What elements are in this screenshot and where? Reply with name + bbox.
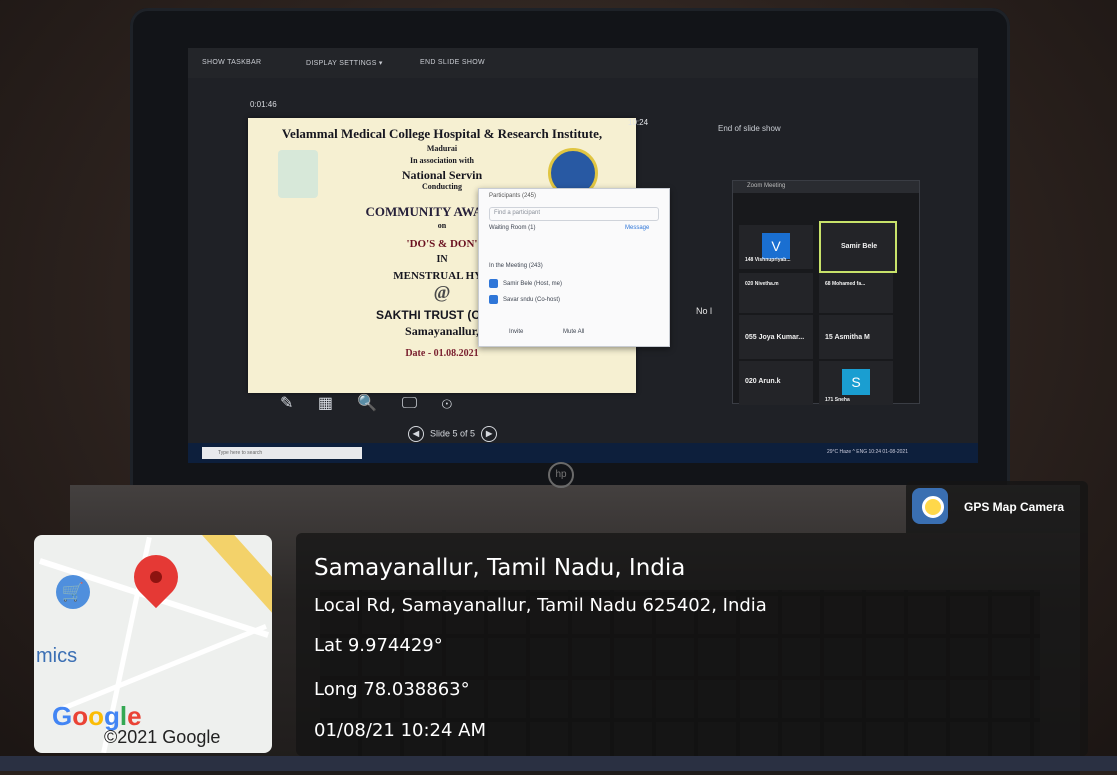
in-meeting-header[interactable]: In the Meeting (243)	[489, 263, 543, 269]
system-tray: 29°C Haze ^ ENG 10:24 01-08-2021	[826, 449, 908, 455]
end-of-show-label: End of slide show	[718, 124, 781, 133]
map-road	[61, 623, 267, 712]
participant-row[interactable]: Samir Bele (Host, me)	[489, 279, 562, 288]
map-copyright: ©2021 Google	[104, 727, 221, 747]
tile-name: 020 Arun.k	[745, 378, 781, 385]
tile-name: 15 Asmitha M	[825, 334, 870, 341]
tile-name: 020 Nivetha.m	[745, 281, 779, 287]
taskbar-search-input[interactable]: Type here to search	[202, 447, 362, 459]
tile-name: 055 Joya Kumar...	[745, 334, 805, 341]
video-tile-active[interactable]: Samir Bele	[819, 221, 897, 273]
participant-row[interactable]: Savar sndu (Co-host)	[489, 295, 560, 304]
gps-camera-icon	[912, 488, 948, 524]
video-tile[interactable]: 055 Joya Kumar...	[739, 315, 813, 359]
mute-all-button[interactable]: Mute All	[563, 329, 584, 335]
clock-readout: 10:24	[628, 118, 649, 127]
tile-name: 171 Sneha	[825, 397, 850, 403]
location-city: Samayanallur, Tamil Nadu, India	[314, 555, 686, 581]
map-place-label: mics	[36, 645, 78, 667]
slide-line: Velammal Medical College Hospital & Rese…	[281, 126, 603, 141]
photo-background: SHOW TASKBAR DISPLAY SETTINGS ▾ END SLID…	[0, 0, 1117, 775]
notes-label: No l	[696, 306, 713, 316]
waiting-room-label: Waiting Room (1)	[489, 225, 536, 231]
zoom-title: Zoom Meeting	[747, 183, 786, 189]
location-info-panel: Samayanallur, Tamil Nadu, India Local Rd…	[296, 533, 1088, 756]
participant-name: Samir Bele (Host, me)	[503, 281, 563, 288]
slide-line: Madurai	[426, 144, 458, 153]
display-settings-button[interactable]: DISPLAY SETTINGS ▾	[306, 59, 383, 67]
location-address: Local Rd, Samayanallur, Tamil Nadu 62540…	[314, 595, 767, 616]
video-tile[interactable]: 020 Nivetha.m	[739, 273, 813, 313]
windows-taskbar: Type here to search 29°C Haze ^ ENG 10:2…	[188, 443, 978, 463]
participant-name: Savar sndu (Co-host)	[503, 297, 561, 304]
slide-line: National Servin	[401, 168, 483, 182]
laptop-screen: SHOW TASKBAR DISPLAY SETTINGS ▾ END SLID…	[188, 48, 978, 463]
show-taskbar-button[interactable]: SHOW TASKBAR	[202, 59, 261, 66]
previous-slide-icon[interactable]: ◀	[408, 426, 424, 442]
avatar	[489, 295, 498, 304]
taskbar-search-placeholder: Type here to search	[218, 450, 263, 456]
end-slide-show-button[interactable]: END SLIDE SHOW	[420, 59, 485, 66]
participants-title: Participants (245)	[489, 193, 537, 199]
next-slide-icon[interactable]: ▶	[481, 426, 498, 442]
participants-panel: Participants (245) Find a participant Wa…	[478, 188, 670, 347]
tile-name: 148 Vishnupriyab...	[745, 257, 791, 263]
tile-name: Samir Bele	[841, 243, 878, 250]
cart-icon: 🛒	[56, 575, 90, 609]
tile-initial: V	[762, 233, 790, 259]
map-pin-dot	[150, 571, 162, 583]
zoom-titlebar: Zoom Meeting	[733, 181, 919, 193]
participant-search-input[interactable]: Find a participant	[489, 207, 659, 221]
slide-counter: Slide 5 of 5	[430, 428, 476, 439]
message-button[interactable]: Message	[625, 225, 649, 231]
latitude: Lat 9.974429°	[314, 635, 443, 656]
bottom-edge	[0, 756, 1117, 771]
invite-button[interactable]: Invite	[509, 329, 523, 335]
hp-logo-icon: hp	[548, 462, 574, 488]
search-placeholder: Find a participant	[494, 210, 541, 216]
zoom-gallery-window: Zoom Meeting V 148 Vishnupriyab... Samir…	[732, 180, 920, 405]
video-tile[interactable]: 15 Asmitha M	[819, 315, 893, 359]
video-tile[interactable]: S 171 Sneha	[819, 361, 893, 405]
video-tile[interactable]: 020 Arun.k	[739, 361, 813, 405]
gps-map-camera-badge: GPS Map Camera	[906, 481, 1088, 533]
slide-line: In association with	[409, 156, 474, 165]
presenter-toolbar: SHOW TASKBAR DISPLAY SETTINGS ▾ END SLID…	[188, 48, 978, 78]
slide-date: Date - 01.08.2021	[405, 348, 479, 359]
presentation-timer: 0:01:46	[250, 100, 277, 109]
badge-label: GPS Map Camera	[964, 500, 1065, 514]
slide-tools[interactable]: ✎ ▦ 🔍 🖵 ⊙	[280, 393, 462, 413]
slide-navigator: ◀ Slide 5 of 5 ▶	[402, 426, 503, 442]
video-tile[interactable]: 68 Mohamed fa...	[819, 273, 893, 313]
location-map: 🛒 mics Google ©2021 Google	[34, 535, 272, 753]
video-tile[interactable]: V 148 Vishnupriyab...	[739, 225, 813, 269]
tile-name: 68 Mohamed fa...	[825, 281, 866, 287]
longitude: Long 78.038863°	[314, 679, 470, 700]
avatar	[489, 279, 498, 288]
waiting-room-header[interactable]: Waiting Room (1)	[489, 225, 535, 231]
tile-initial: S	[842, 369, 870, 395]
timestamp: 01/08/21 10:24 AM	[314, 720, 487, 741]
